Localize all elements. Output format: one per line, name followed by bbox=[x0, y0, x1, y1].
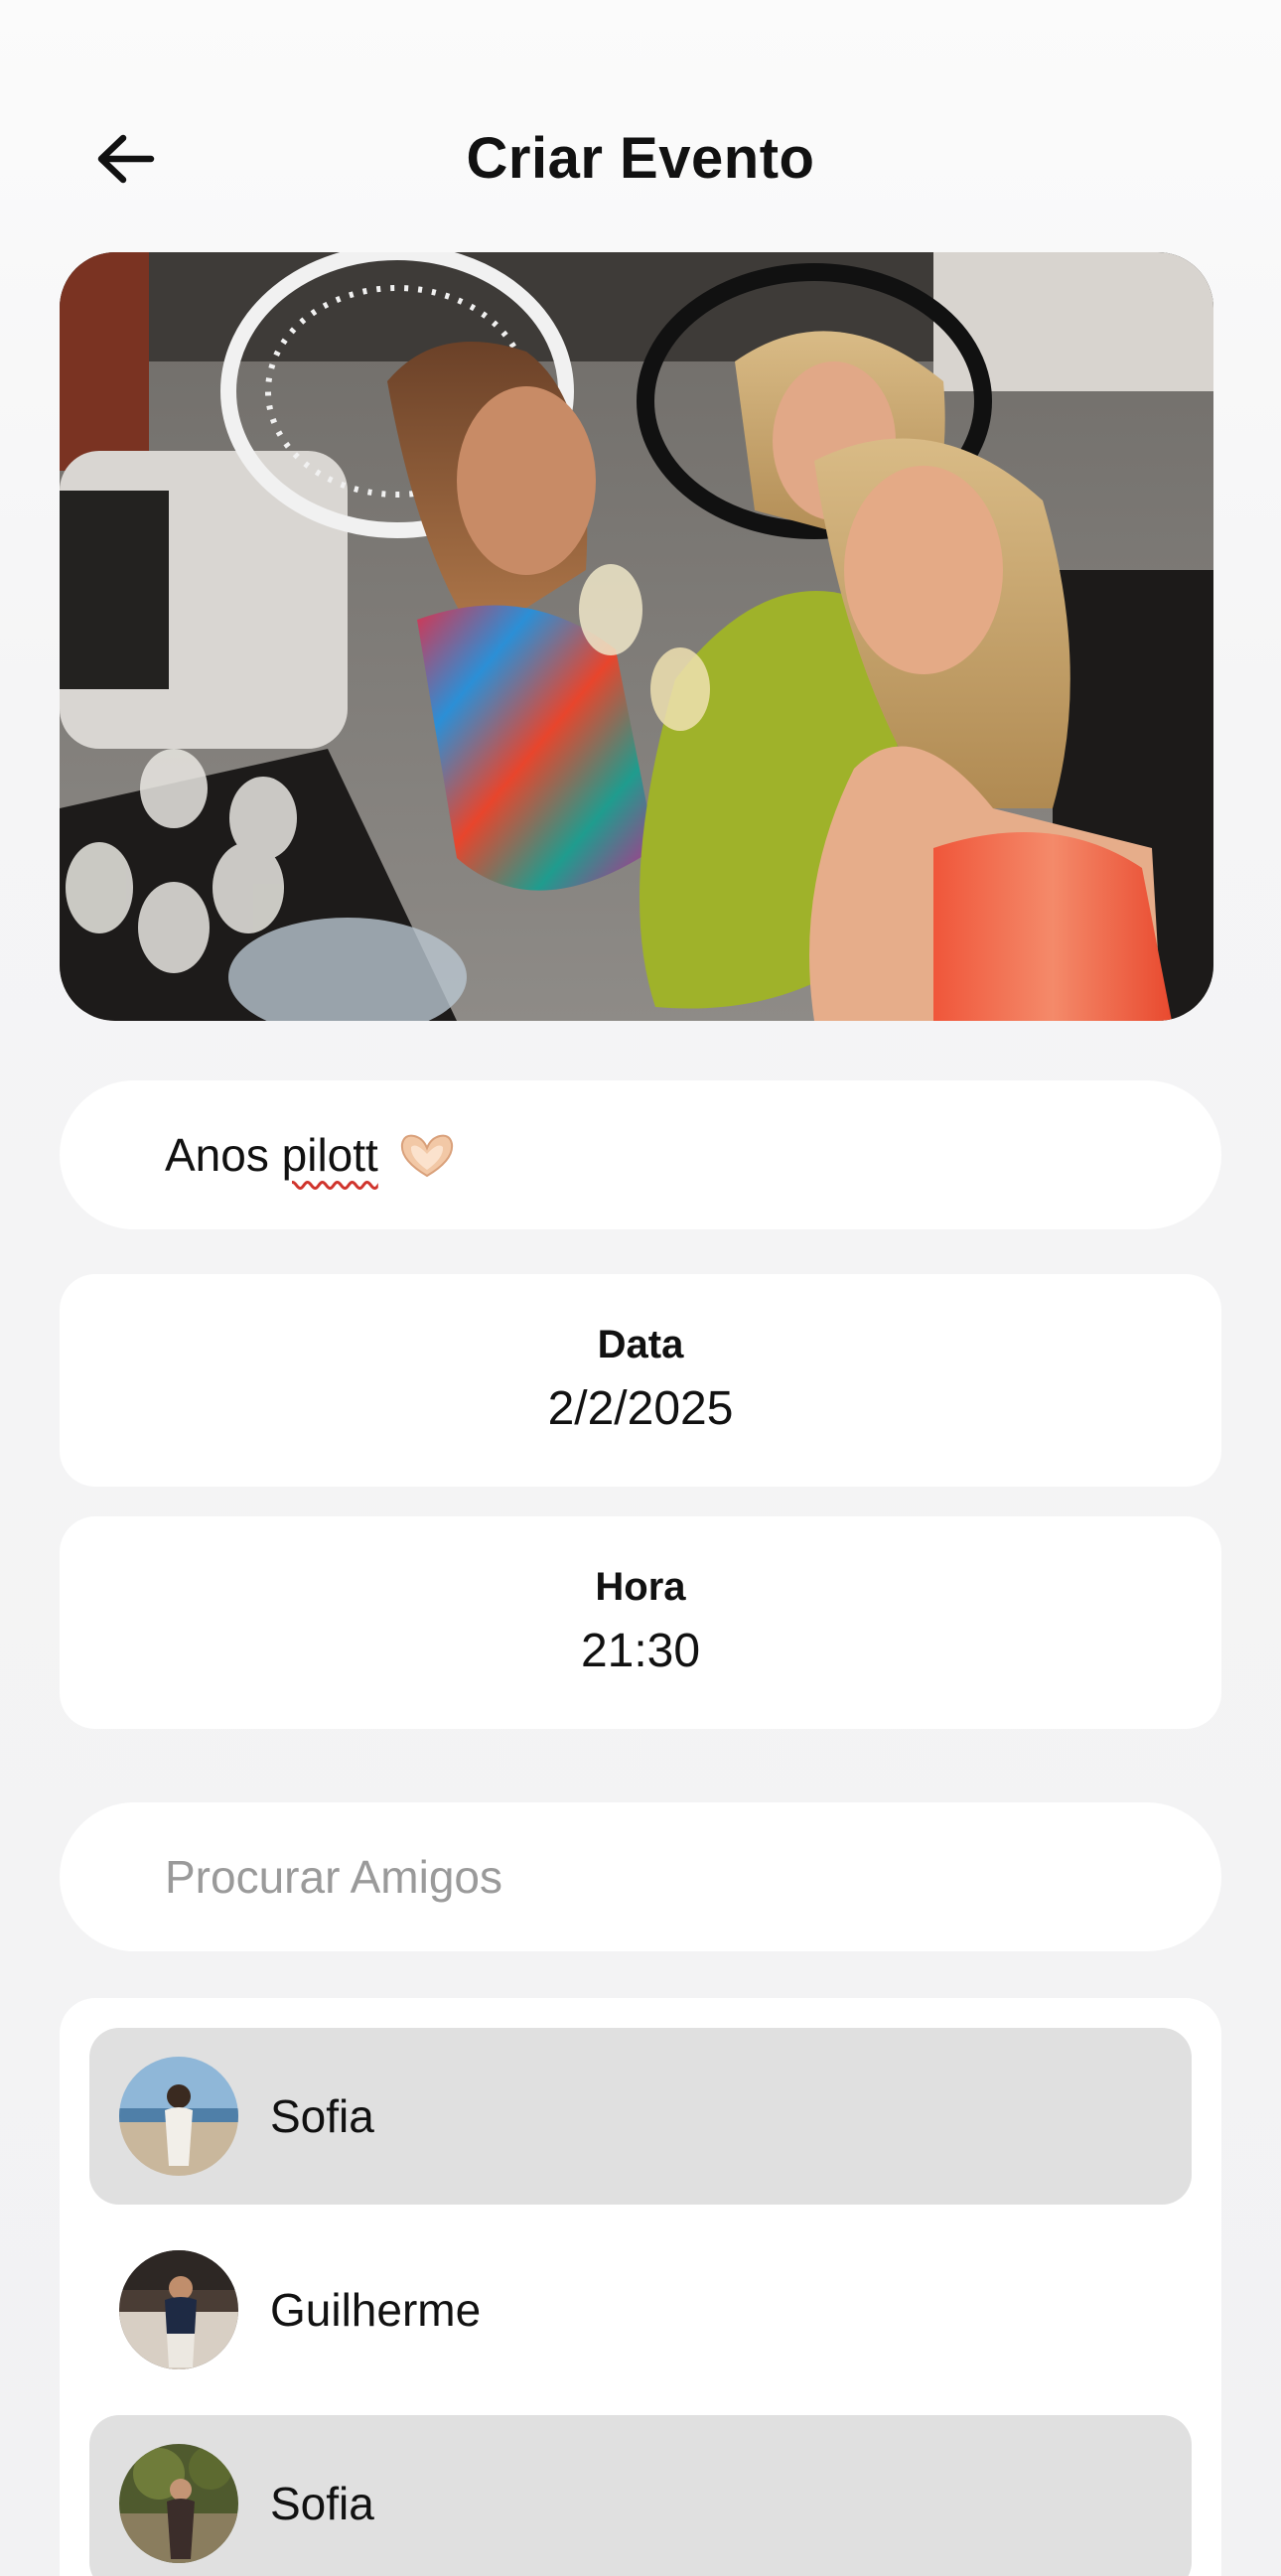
friend-row-sofia-2[interactable]: Sofia bbox=[89, 2415, 1192, 2576]
page-title: Criar Evento bbox=[466, 126, 815, 191]
friend-search-input[interactable]: Procurar Amigos bbox=[60, 1802, 1221, 1951]
event-name-field[interactable]: Anos pilott bbox=[60, 1080, 1221, 1229]
friend-row-sofia-1[interactable]: Sofia bbox=[89, 2028, 1192, 2205]
date-label: Data bbox=[597, 1323, 684, 1366]
time-label: Hora bbox=[595, 1565, 686, 1609]
avatar bbox=[119, 2444, 238, 2563]
time-picker[interactable]: Hora 21:30 bbox=[60, 1516, 1221, 1729]
event-name-misspelled-word: pilott bbox=[281, 1129, 378, 1181]
time-value: 21:30 bbox=[580, 1625, 701, 1677]
heart-hands-emoji-icon bbox=[400, 1134, 453, 1178]
friends-list: Sofia Guilherme Sofia bbox=[60, 1998, 1221, 2576]
friend-name: Guilherme bbox=[270, 2284, 482, 2336]
event-name-text: Anos bbox=[165, 1129, 269, 1181]
event-cover-image bbox=[60, 252, 1213, 1021]
event-cover-photo[interactable] bbox=[60, 252, 1213, 1021]
header: Criar Evento bbox=[0, 99, 1281, 218]
friend-row-guilherme[interactable]: Guilherme bbox=[89, 2221, 1192, 2398]
date-value: 2/2/2025 bbox=[547, 1382, 734, 1435]
avatar bbox=[119, 2250, 238, 2369]
friend-search-placeholder: Procurar Amigos bbox=[165, 1851, 503, 1903]
friend-name: Sofia bbox=[270, 2478, 374, 2529]
date-picker[interactable]: Data 2/2/2025 bbox=[60, 1274, 1221, 1487]
avatar bbox=[119, 2057, 238, 2176]
friend-name: Sofia bbox=[270, 2090, 374, 2142]
create-event-screen: Criar Evento Anos pilott Data 2/2/2025 H… bbox=[0, 0, 1281, 2576]
